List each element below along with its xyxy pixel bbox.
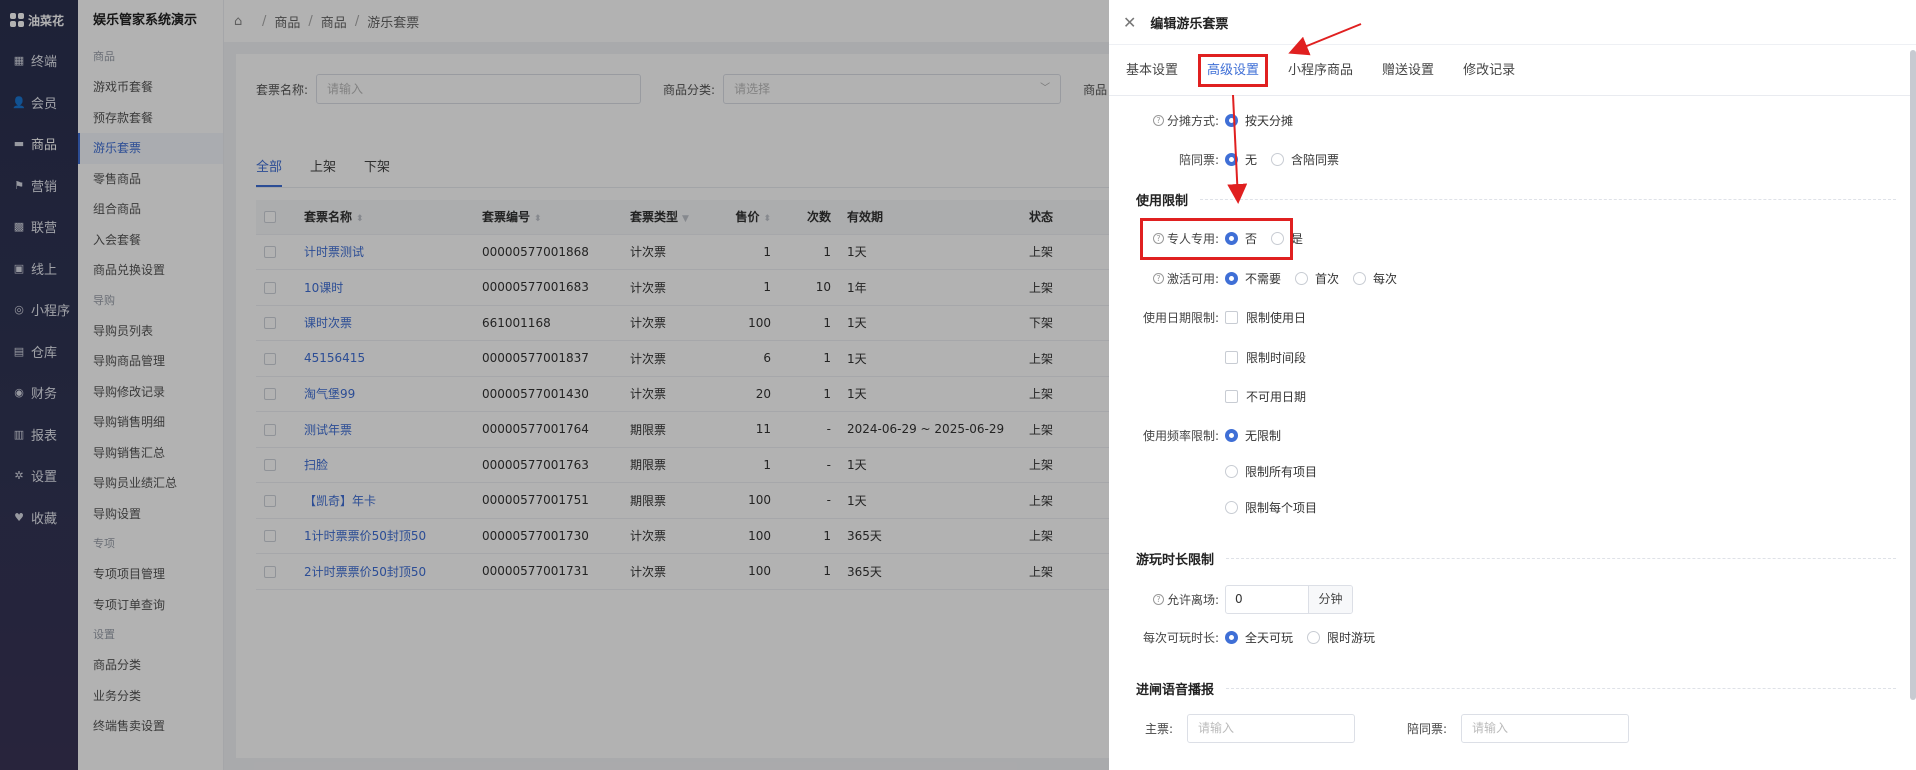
freq-all-items-radio[interactable]: 限制所有项目 (1225, 463, 1317, 480)
edit-drawer: ✕ 编辑游乐套票 基本设置 高级设置 小程序商品 赠送设置 修改记录 ? 分摊方式… (1109, 0, 1916, 770)
help-icon[interactable]: ? (1152, 114, 1164, 126)
drawer-scrollbar[interactable] (1910, 50, 1916, 700)
main-ticket-label: 主票: (1144, 721, 1173, 736)
frequency-label: 使用频率限制: (1142, 428, 1219, 443)
freq-each-item-radio[interactable]: 限制每个项目 (1225, 499, 1317, 516)
annotation-box-exclusive (1140, 218, 1293, 260)
companion-ticket-label: 陪同票: (1406, 721, 1447, 736)
frequency-row-2: 限制所有项目 (1109, 458, 1331, 484)
help-icon[interactable]: ? (1152, 272, 1164, 284)
leave-label: 允许离场: (1166, 592, 1219, 607)
frequency-row: 使用频率限制: 无限制 (1109, 422, 1295, 448)
duration-label: 每次可玩时长: (1142, 630, 1219, 645)
limit-use-day-checkbox[interactable]: 限制使用日 (1225, 309, 1306, 326)
limit-time-period-checkbox[interactable]: 限制时间段 (1225, 349, 1306, 366)
companion-label: 陪同票: (1178, 152, 1219, 167)
duration-row: 每次可玩时长: 全天可玩 限时游玩 (1109, 624, 1389, 650)
companion-ticket-input[interactable]: 请输入 (1461, 713, 1629, 743)
voice-row: 主票: 请输入 陪同票: 请输入 (1109, 713, 1629, 743)
section-voice: 进闸语音播报 (1136, 678, 1906, 698)
drawer-tabs: 基本设置 高级设置 小程序商品 赠送设置 修改记录 (1109, 45, 1916, 96)
activate-each-radio[interactable]: 每次 (1353, 270, 1397, 287)
unavailable-date-checkbox[interactable]: 不可用日期 (1225, 388, 1306, 405)
leave-row: ? 允许离场: 0 分钟 (1109, 584, 1353, 614)
drawer-header: ✕ 编辑游乐套票 (1109, 0, 1916, 45)
tab-history[interactable]: 修改记录 (1463, 54, 1515, 87)
date-limit-row-3: 不可用日期 (1109, 383, 1306, 409)
date-limit-label: 使用日期限制: (1142, 310, 1219, 325)
tab-miniapp[interactable]: 小程序商品 (1288, 54, 1353, 87)
tab-gift[interactable]: 赠送设置 (1382, 54, 1434, 87)
split-label: 分摊方式: (1166, 113, 1219, 128)
freq-unlimited-radio[interactable]: 无限制 (1225, 427, 1281, 444)
modal-overlay[interactable] (0, 0, 1109, 770)
split-by-day-radio[interactable]: 按天分摊 (1225, 112, 1293, 129)
companion-row: 陪同票: 无 含陪同票 (1109, 146, 1353, 172)
date-limit-row-2: 限制时间段 (1109, 344, 1306, 370)
split-row: ? 分摊方式: 按天分摊 (1109, 107, 1307, 133)
activate-none-radio[interactable]: 不需要 (1225, 270, 1281, 287)
date-limit-row: 使用日期限制: 限制使用日 (1109, 304, 1306, 330)
frequency-row-3: 限制每个项目 (1109, 494, 1331, 520)
activate-row: ? 激活可用: 不需要 首次 每次 (1109, 265, 1411, 291)
tab-advanced[interactable]: 高级设置 (1198, 53, 1269, 87)
duration-allday-radio[interactable]: 全天可玩 (1225, 629, 1293, 646)
activate-label: 激活可用: (1166, 271, 1219, 286)
activate-first-radio[interactable]: 首次 (1295, 270, 1339, 287)
duration-limited-radio[interactable]: 限时游玩 (1307, 629, 1375, 646)
drawer-title: 编辑游乐套票 (1150, 16, 1229, 32)
drawer-body: ? 分摊方式: 按天分摊 陪同票: 无 含陪同票 使用限制 ? 专人专用: 否 是 … (1109, 96, 1906, 770)
main-ticket-input[interactable]: 请输入 (1187, 713, 1355, 743)
companion-include-radio[interactable]: 含陪同票 (1271, 151, 1339, 168)
close-icon[interactable]: ✕ (1123, 13, 1136, 32)
tab-basic[interactable]: 基本设置 (1126, 54, 1178, 87)
companion-none-radio[interactable]: 无 (1225, 151, 1257, 168)
section-usage-limit: 使用限制 (1136, 189, 1906, 209)
help-icon[interactable]: ? (1152, 593, 1164, 605)
leave-minutes-input[interactable]: 0 分钟 (1225, 584, 1353, 614)
section-play-limit: 游玩时长限制 (1136, 548, 1906, 568)
